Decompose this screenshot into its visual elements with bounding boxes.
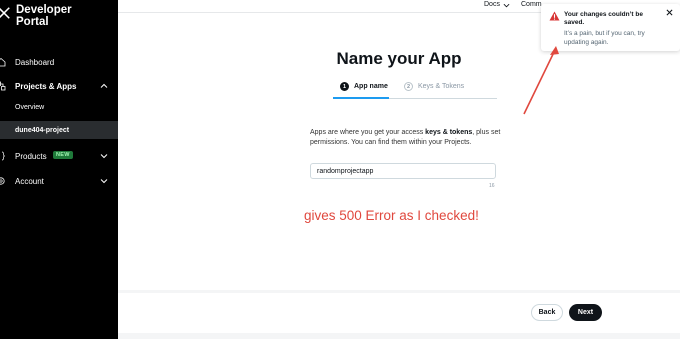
sidebar-item-label: Account: [15, 176, 44, 186]
close-icon[interactable]: [666, 9, 673, 16]
community-menu[interactable]: Comm: [521, 1, 542, 8]
description-pre: Apps are where you get your access: [310, 129, 426, 136]
create-app-card: Name your App 1 App name 2 Keys & Tokens…: [118, 13, 680, 290]
sidebar-item-label: Dashboard: [15, 57, 55, 67]
sidebar-item-label: Overview: [15, 103, 45, 111]
character-counter: 16: [489, 183, 495, 189]
description-bold: keys & tokens: [425, 129, 473, 136]
x-logo-icon[interactable]: [0, 6, 11, 20]
chevron-down-icon[interactable]: [100, 177, 108, 185]
sidebar: Developer Portal Dashboard Projects & Ap…: [0, 0, 118, 339]
step-label: App name: [354, 83, 388, 90]
brand-line-1: Developer: [16, 4, 72, 16]
step-keys-tokens[interactable]: 2 Keys & Tokens: [404, 82, 464, 91]
brand-line-2: Portal: [16, 16, 49, 28]
sidebar-item-label: Products: [15, 151, 47, 161]
next-button[interactable]: Next: [569, 304, 602, 321]
stepper-active-indicator: [333, 97, 389, 99]
annotation-text: gives 500 Error as I checked!: [304, 208, 479, 223]
stepper: 1 App name 2 Keys & Tokens: [118, 82, 680, 106]
warning-icon: [549, 11, 560, 21]
brand-title[interactable]: Developer Portal: [16, 4, 72, 28]
page-title: Name your App: [336, 49, 462, 68]
footer-actions: Back Next: [118, 293, 680, 333]
gear-icon: [0, 177, 5, 185]
toast-body: It’s a pain, but if you can, try updatin…: [564, 30, 645, 46]
chevron-up-icon[interactable]: [100, 82, 108, 90]
step-app-name[interactable]: 1 App name: [340, 82, 388, 91]
sidebar-item-account[interactable]: Account: [0, 170, 118, 192]
sidebar-item-dune404-project[interactable]: dune404-project: [0, 121, 118, 139]
sidebar-item-label: dune404-project: [15, 126, 70, 134]
braces-icon: [0, 151, 5, 161]
docs-menu[interactable]: Docs: [484, 1, 500, 8]
step-label: Keys & Tokens: [418, 83, 465, 90]
step-number: 2: [404, 82, 413, 91]
sidebar-item-overview[interactable]: Overview: [0, 98, 118, 116]
back-button[interactable]: Back: [531, 304, 563, 321]
sidebar-item-projects-apps[interactable]: Projects & Apps: [0, 75, 118, 97]
sidebar-item-label: Projects & Apps: [15, 81, 77, 91]
projects-icon: [0, 81, 6, 91]
chevron-down-icon[interactable]: [100, 152, 108, 160]
description-text: Apps are where you get your access keys …: [310, 128, 510, 148]
sidebar-item-products[interactable]: Products NEW: [0, 145, 118, 167]
toast-title: Your changes couldn’t be saved.: [564, 11, 643, 26]
new-badge: NEW: [53, 151, 73, 159]
chevron-down-icon[interactable]: [503, 2, 510, 9]
home-icon: [0, 57, 6, 67]
app-name-input[interactable]: randomprojectapp: [310, 163, 496, 179]
sidebar-item-dashboard[interactable]: Dashboard: [0, 51, 118, 73]
step-number: 1: [340, 82, 349, 91]
error-toast: Your changes couldn’t be saved. It’s a p…: [541, 4, 680, 51]
